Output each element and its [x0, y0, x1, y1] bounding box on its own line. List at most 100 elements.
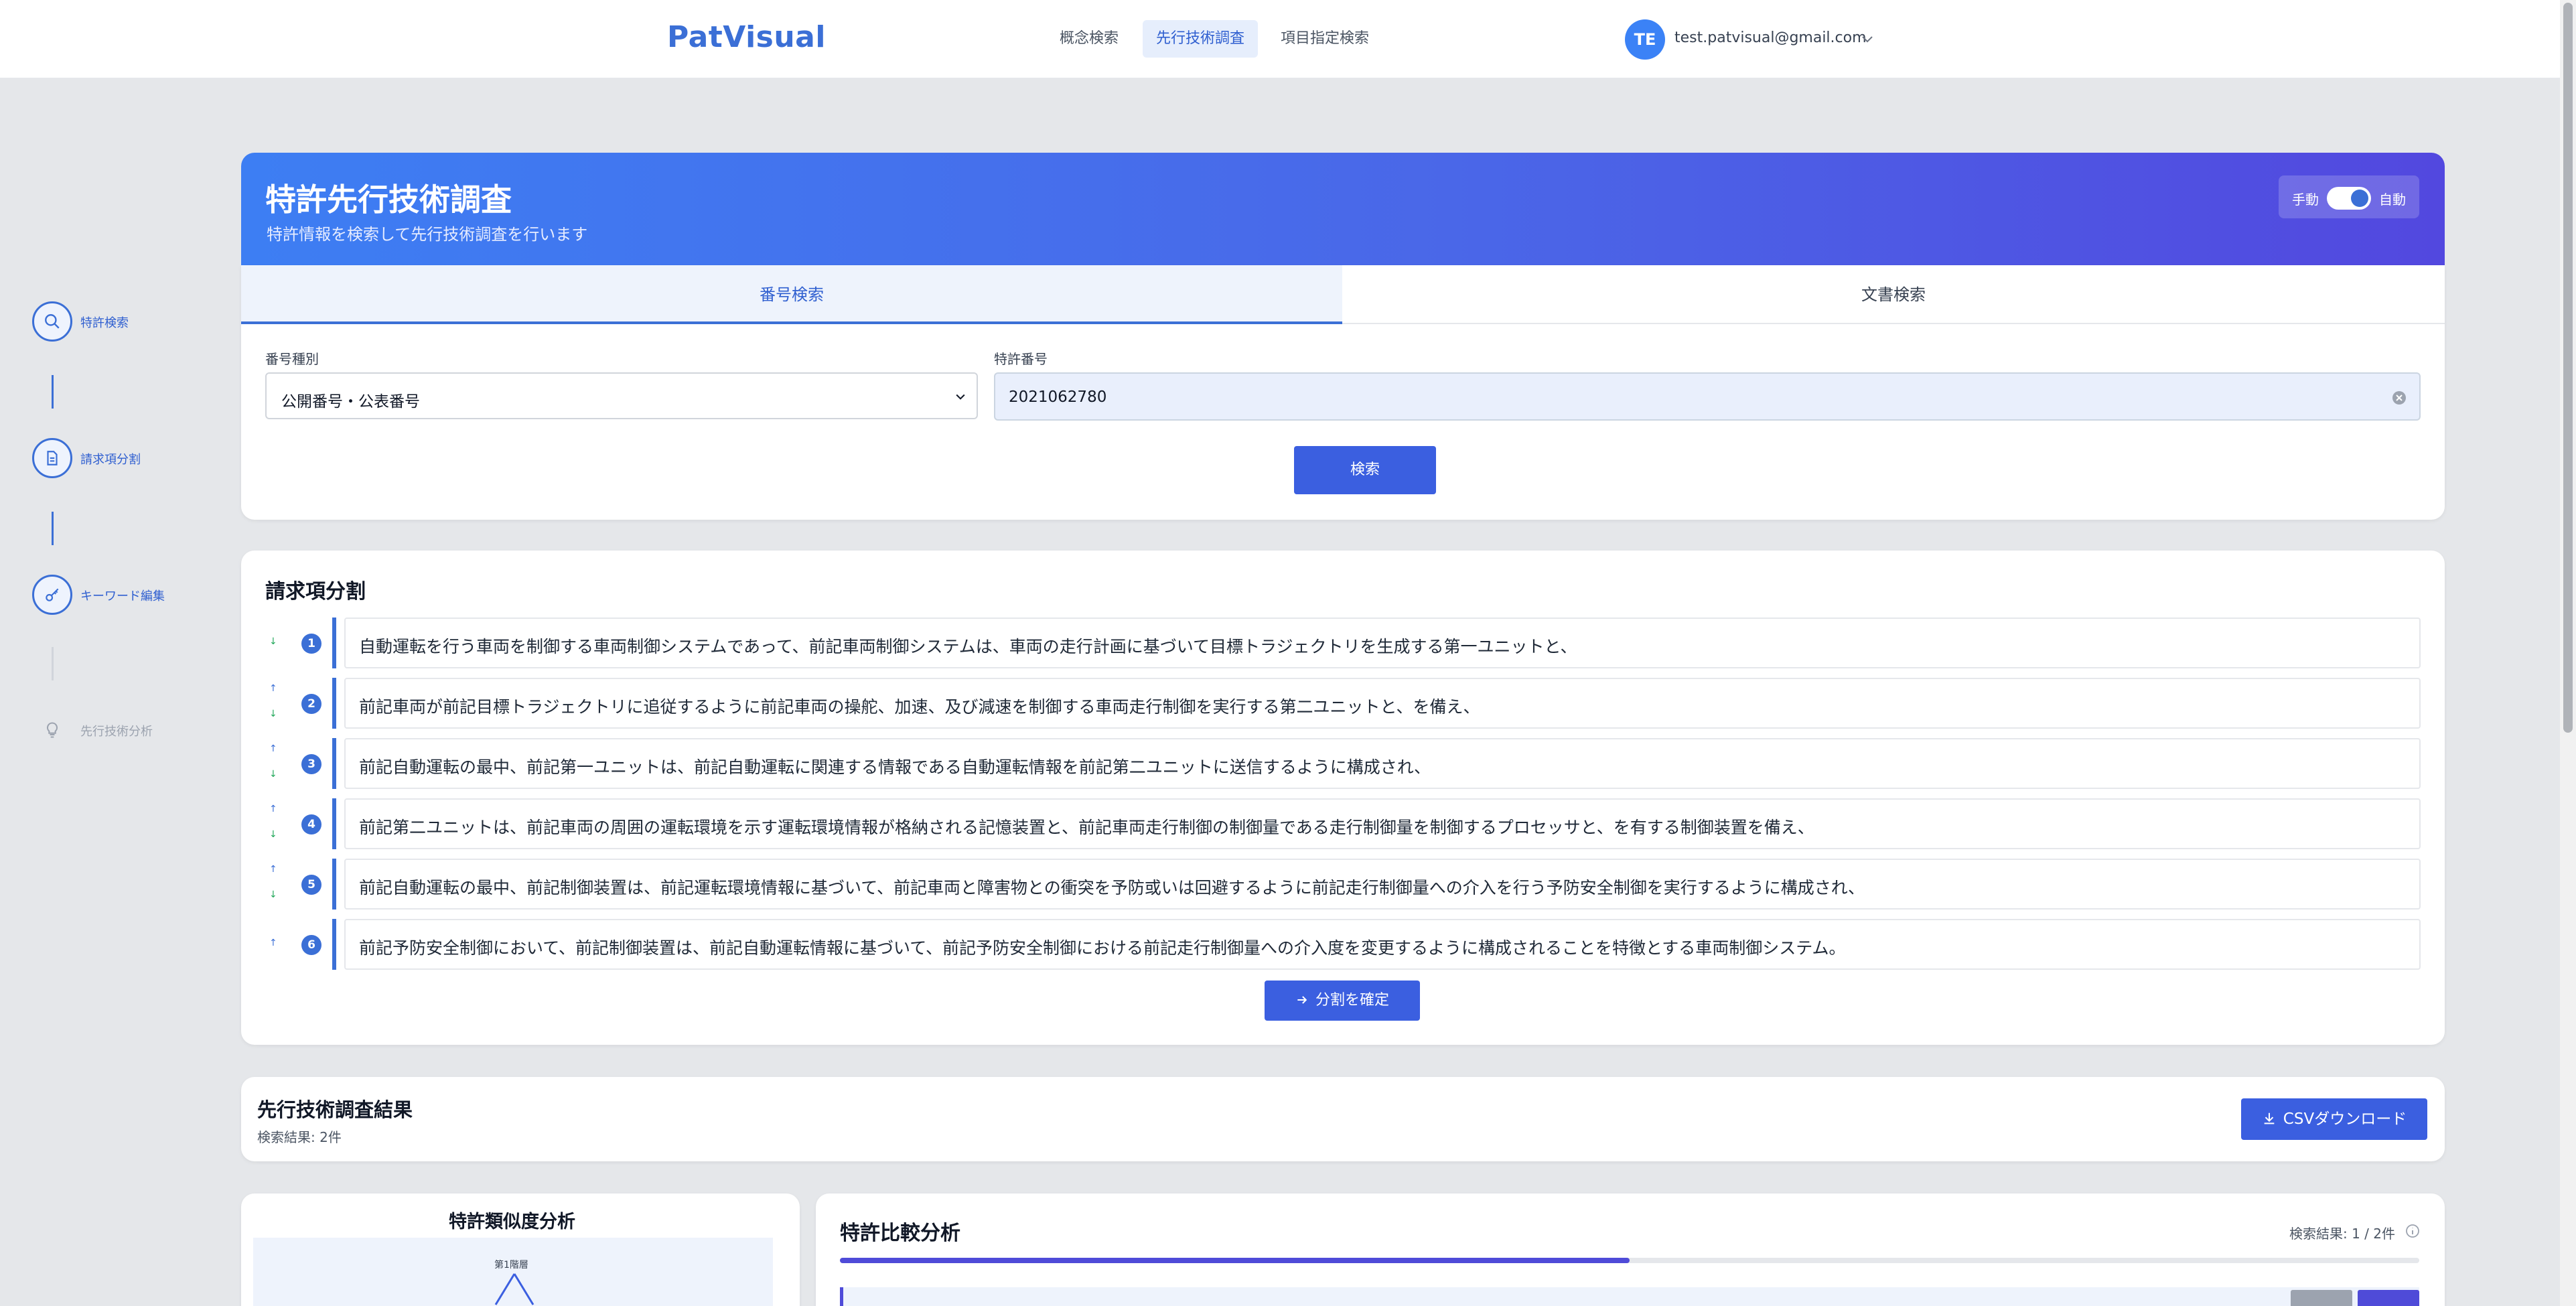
claim-text-field[interactable]: 前記自動運転の最中、前記第一ユニットは、前記自動運転に関連する情報である自動運転… [344, 738, 2421, 789]
tab-number-search[interactable]: 番号検索 [241, 265, 1342, 324]
claim-number-badge: 5 [301, 875, 321, 895]
number-type-value: 公開番号・公表番号 [281, 393, 420, 411]
move-down-icon[interactable]: ↓ [269, 636, 277, 647]
chevron-down-icon [956, 394, 965, 400]
claim-text-field[interactable]: 前記第二ユニットは、前記車両の周囲の運転環境を示す運転環境情報が格納される記憶装… [344, 798, 2421, 849]
claim-move-controls: ↑ [265, 919, 284, 970]
step-circle [32, 438, 72, 478]
claim-number-badge: 4 [301, 814, 321, 835]
tab-document-search[interactable]: 文書検索 [1342, 265, 2445, 324]
nav-prior-art-search[interactable]: 先行技術調査 [1143, 20, 1259, 58]
step-prior-art-analysis: 先行技術分析 [32, 710, 153, 750]
step-circle [32, 575, 72, 615]
user-avatar[interactable]: TE [1625, 19, 1665, 60]
hierarchy-label: 第1階層 [494, 1260, 528, 1271]
step-label: 先行技術分析 [80, 725, 153, 739]
lightbulb-icon [46, 722, 58, 738]
patent-number-input[interactable]: 2021062780 [994, 372, 2421, 421]
claims-section-title: 請求項分割 [265, 580, 366, 603]
claim-number-badge: 6 [301, 935, 321, 955]
step-connector [52, 512, 54, 545]
step-claim-split[interactable]: 請求項分割 [32, 438, 141, 478]
claim-text-field[interactable]: 自動運転を行う車両を制御する車両制御システムであって、前記車両制御システムは、車… [344, 618, 2421, 668]
move-down-icon[interactable]: ↓ [269, 829, 277, 840]
mode-toggle-group: 手動 自動 [2279, 175, 2419, 218]
claim-row: ↑ ↓ 5 前記自動運転の最中、前記制御装置は、前記運転環境情報に基づいて、前記… [265, 859, 2421, 910]
csv-download-button[interactable]: CSVダウンロード [2241, 1098, 2427, 1140]
nav-concept-search[interactable]: 概念検索 [1046, 20, 1132, 58]
toggle-knob [2351, 190, 2368, 207]
move-down-icon[interactable]: ↓ [269, 889, 277, 900]
move-up-icon[interactable]: ↑ [269, 683, 277, 694]
claim-move-controls: ↓ [265, 618, 284, 668]
chevron-down-icon[interactable] [1859, 31, 1875, 47]
clear-icon[interactable] [2391, 390, 2407, 406]
claim-row: ↑ 6 前記予防安全制御において、前記制御装置は、前記自動運転情報に基づいて、前… [265, 919, 2421, 970]
patent-number-label: 特許番号 [994, 351, 1048, 367]
app-logo[interactable]: PatVisual [667, 20, 826, 54]
mode-auto-label: 自動 [2379, 192, 2406, 208]
claim-text-field[interactable]: 前記予防安全制御において、前記制御装置は、前記自動運転情報に基づいて、前記予防安… [344, 919, 2421, 970]
claim-text: 前記車両が前記目標トラジェクトリに追従するように前記車両の操舵、加速、及び減速を… [359, 697, 1480, 717]
results-title: 先行技術調査結果 [257, 1098, 413, 1121]
csv-download-label: CSVダウンロード [2283, 1110, 2407, 1128]
results-count: 検索結果: 2件 [257, 1129, 342, 1145]
move-down-icon[interactable]: ↓ [269, 769, 277, 780]
claim-move-controls: ↑ ↓ [265, 798, 284, 849]
similarity-chart-area: 第1階層 [253, 1238, 773, 1306]
search-hero-header: 特許先行技術調査 特許情報を検索して先行技術調査を行います 手動 自動 [241, 153, 2445, 265]
number-type-select[interactable]: 公開番号・公表番号 [265, 372, 978, 419]
move-down-icon[interactable]: ↓ [269, 709, 277, 719]
mode-toggle-switch[interactable] [2327, 187, 2371, 210]
claim-accent-bar [332, 919, 336, 970]
info-icon[interactable] [2405, 1223, 2421, 1239]
claim-row: ↑ ↓ 3 前記自動運転の最中、前記第一ユニットは、前記自動運転に関連する情報で… [265, 738, 2421, 789]
claim-number-badge: 1 [301, 634, 321, 654]
comparison-content-area [840, 1287, 2419, 1306]
claim-row: ↑ ↓ 4 前記第二ユニットは、前記車両の周囲の運転環境を示す運転環境情報が格納… [265, 798, 2421, 849]
claim-accent-bar [332, 678, 336, 729]
search-icon [45, 314, 60, 329]
confirm-split-label: 分割を確定 [1315, 992, 1389, 1009]
claim-row: ↑ ↓ 2 前記車両が前記目標トラジェクトリに追従するように前記車両の操舵、加速… [265, 678, 2421, 729]
claim-move-controls: ↑ ↓ [265, 859, 284, 910]
step-keyword-edit[interactable]: キーワード編集 [32, 575, 165, 615]
patent-number-value: 2021062780 [1009, 388, 1107, 406]
claim-text: 自動運転を行う車両を制御する車両制御システムであって、前記車両制御システムは、車… [359, 637, 1577, 656]
claim-text-field[interactable]: 前記自動運転の最中、前記制御装置は、前記運転環境情報に基づいて、前記車両と障害物… [344, 859, 2421, 910]
step-patent-search[interactable]: 特許検索 [32, 301, 129, 342]
comparison-count: 検索結果: 1 / 2件 [2289, 1226, 2395, 1242]
secondary-button[interactable] [2291, 1290, 2352, 1306]
page-subtitle: 特許情報を検索して先行技術調査を行います [267, 225, 588, 244]
move-up-icon[interactable]: ↑ [269, 743, 277, 754]
claim-text-field[interactable]: 前記車両が前記目標トラジェクトリに追従するように前記車両の操舵、加速、及び減速を… [344, 678, 2421, 729]
confirm-split-button[interactable]: 分割を確定 [1265, 981, 1420, 1021]
primary-action-button[interactable] [2358, 1290, 2419, 1306]
claim-accent-bar [332, 798, 336, 849]
comparison-progress-fill [840, 1258, 1630, 1263]
claim-accent-bar [332, 618, 336, 668]
page-scrollbar-thumb[interactable] [2563, 3, 2573, 733]
download-icon [2264, 1112, 2275, 1124]
claim-accent-bar [332, 738, 336, 789]
move-up-icon[interactable]: ↑ [269, 804, 277, 814]
top-nav-bar: PatVisual 概念検索 先行技術調査 項目指定検索 TE test.pat… [0, 0, 2560, 79]
number-type-label: 番号種別 [265, 351, 319, 367]
move-up-icon[interactable]: ↑ [269, 864, 277, 875]
step-connector [52, 375, 54, 409]
search-form-card: 番号検索 文書検索 番号種別 公開番号・公表番号 特許番号 2021062780… [241, 265, 2445, 520]
nav-field-search[interactable]: 項目指定検索 [1267, 20, 1382, 58]
claim-number-badge: 2 [301, 694, 321, 714]
user-email[interactable]: test.patvisual@gmail.com [1674, 29, 1867, 46]
claim-accent-bar [332, 859, 336, 910]
claim-text: 前記自動運転の最中、前記制御装置は、前記運転環境情報に基づいて、前記車両と障害物… [359, 878, 1865, 897]
search-button[interactable]: 検索 [1294, 446, 1436, 494]
step-connector [52, 647, 54, 680]
step-circle [32, 301, 72, 342]
step-label: 特許検索 [80, 316, 129, 330]
move-up-icon[interactable]: ↑ [269, 938, 277, 948]
claim-text: 前記予防安全制御において、前記制御装置は、前記自動運転情報に基づいて、前記予防安… [359, 938, 1846, 958]
claim-move-controls: ↑ ↓ [265, 678, 284, 729]
claim-row: ↓ 1 自動運転を行う車両を制御する車両制御システムであって、前記車両制御システ… [265, 618, 2421, 668]
comparison-progress-bar [840, 1258, 2419, 1263]
